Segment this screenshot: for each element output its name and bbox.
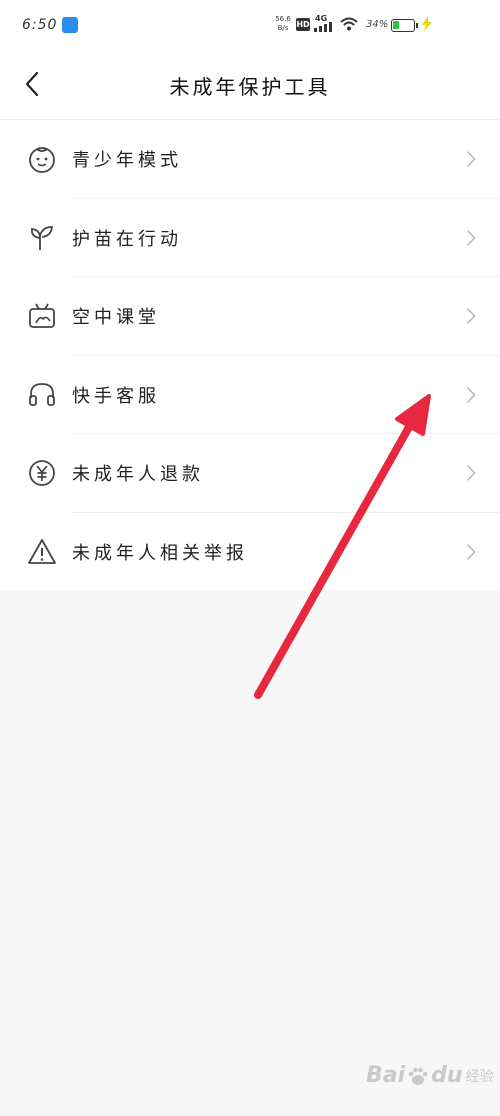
signal-icon: [314, 22, 332, 32]
chevron-right-icon: [466, 308, 476, 325]
chevron-right-icon: [466, 151, 476, 168]
menu-item-minor-refund[interactable]: 未成年人退款: [0, 434, 500, 513]
battery-icon: [391, 19, 418, 32]
battery-percent: 34%: [366, 19, 389, 30]
wifi-icon: [340, 17, 358, 31]
menu-item-customer-service[interactable]: 快手客服: [0, 356, 500, 434]
chevron-right-icon: [466, 229, 476, 246]
network-speed-value: 56.6: [275, 15, 291, 23]
menu-item-air-classroom[interactable]: 空中课堂: [0, 277, 500, 356]
watermark-brand-right: du: [431, 1063, 463, 1088]
chevron-right-icon: [466, 386, 476, 403]
menu-item-label: 护苗在行动: [72, 228, 182, 250]
baidu-watermark: Bai du 经验: [366, 1063, 494, 1088]
menu-item-seedling-action[interactable]: 护苗在行动: [0, 199, 500, 277]
menu-item-label: 空中课堂: [72, 307, 160, 329]
warning-icon: [26, 536, 58, 568]
page-title: 未成年保护工具: [169, 75, 331, 99]
menu-item-label: 未成年人相关举报: [72, 542, 248, 564]
headset-icon: [26, 379, 58, 411]
notification-app-icon: [62, 17, 78, 33]
menu-item-minor-report[interactable]: 未成年人相关举报: [0, 513, 500, 592]
battery-fill: [393, 21, 399, 29]
menu-list: 青少年模式 护苗在行动 空中课堂 快手客服 未成年人退款 未成年人相关举报: [0, 120, 500, 591]
watermark-brand-left: Bai: [366, 1063, 406, 1088]
yuan-coin-icon: [26, 457, 58, 489]
tv-class-icon: [26, 300, 58, 332]
menu-item-label: 快手客服: [72, 385, 160, 407]
chevron-right-icon: [466, 465, 476, 482]
top-bar: 未成年保护工具: [0, 50, 500, 120]
chevron-right-icon: [466, 543, 476, 560]
network-speed: 56.6 B/s: [274, 15, 292, 33]
menu-item-label: 青少年模式: [72, 150, 182, 172]
paw-icon: [408, 1067, 428, 1085]
network-speed-unit: B/s: [277, 24, 289, 32]
menu-item-teen-mode[interactable]: 青少年模式: [0, 120, 500, 199]
watermark-sub: 经验: [465, 1068, 494, 1085]
sprout-icon: [26, 222, 58, 254]
charging-bolt-icon: [422, 16, 432, 32]
child-face-icon: [26, 143, 58, 175]
hd-icon: HD: [296, 18, 310, 31]
menu-item-label: 未成年人退款: [72, 464, 204, 486]
status-bar: 6:50 56.6 B/s HD 4G 34%: [0, 0, 500, 50]
status-time: 6:50: [22, 17, 58, 33]
